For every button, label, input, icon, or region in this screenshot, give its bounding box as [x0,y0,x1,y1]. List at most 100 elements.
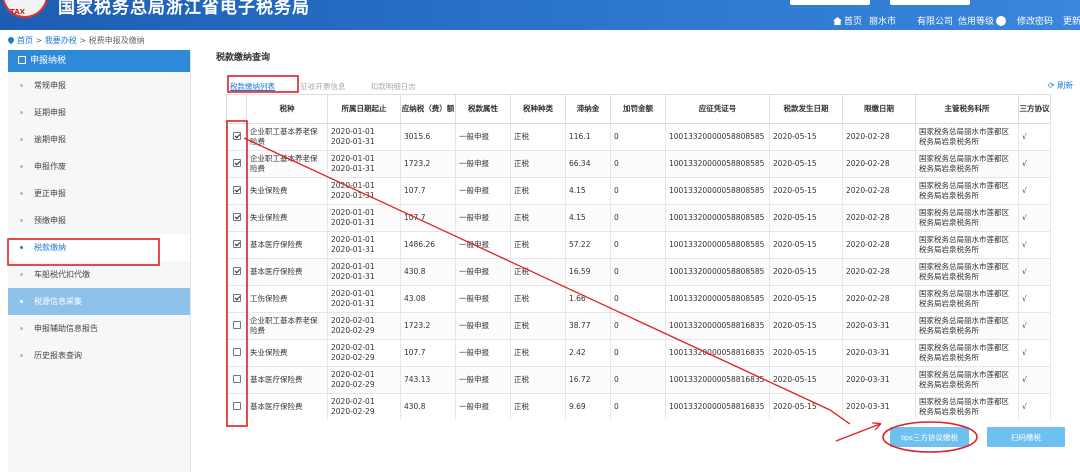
sidebar-item-aux-report[interactable]: 申报辅助信息报告 [8,315,190,342]
table-row[interactable]: 基本医疗保险费 2020-02-01 2020-02-29 743.13 一般申报 正税 1… [226,366,1051,394]
cell-penalty: 0 [610,339,666,367]
cell-attr: 一般申报 [455,177,511,205]
header-search-box[interactable] [790,0,870,5]
tab-deduction-log[interactable]: 扣款明细日志 [371,81,416,92]
nav-city[interactable]: 丽水市 [869,14,896,27]
refresh-button[interactable]: ⟳ 刷新 [1048,80,1073,91]
tax-table-container[interactable]: 税种 所属日期起止 应纳税（费）额 税款属性 税种种类 滞纳金 加罚金额 应征凭… [226,94,1080,419]
table-row[interactable]: 工伤保险费 2020-01-01 2020-01-31 43.08 一般申报 正税 1.66… [226,285,1051,313]
table-row[interactable]: 基本医疗保险费 2020-01-01 2020-01-31 430.8 一般申报 正税 16… [226,258,1051,286]
breadcrumb-level2[interactable]: 我要办税 [45,36,77,45]
cell-amount: 107.7 [400,339,456,367]
period-start: 2020-01-01 [331,262,375,271]
cell-period: 2020-01-01 2020-01-31 [327,123,401,151]
cell-voucher: 10013320000058808585 [665,258,770,286]
sidebar-item-label: 常规申报 [34,81,66,90]
sidebar-item-label: 逾期申报 [34,135,66,144]
sidebar-item-tax-payment[interactable]: 税款缴纳 [8,234,190,261]
period-start: 2020-01-01 [331,289,375,298]
cell-penalty: 0 [610,150,666,178]
cell-select [226,285,247,313]
cell-occur-date: 2020-05-15 [769,204,843,232]
sidebar-item-label: 延期申报 [34,108,66,117]
nav-home-link[interactable]: 首页 [833,14,862,27]
row-checkbox[interactable] [232,131,241,140]
table-row[interactable]: 基本医疗保险费 2020-02-01 2020-02-29 430.8 一般申报 正税 9.… [226,393,1051,419]
row-checkbox[interactable] [232,293,241,302]
cell-tax: 基本医疗保险费 [246,231,328,259]
row-checkbox[interactable] [232,212,241,221]
row-checkbox[interactable] [232,158,241,167]
table-row[interactable]: 失业保险费 2020-02-01 2020-02-29 107.7 一般申报 正税 2.42… [226,339,1051,367]
sidebar-item-overdue-filing[interactable]: 逾期申报 [8,126,190,153]
cell-occur-date: 2020-05-15 [769,285,843,313]
tips-tripartite-pay-button[interactable]: tips三方协议缴税 [890,427,969,447]
cell-select [226,312,247,340]
sidebar-heading[interactable]: 申报纳税 [8,50,190,72]
breadcrumb-home[interactable]: 首页 [17,36,33,45]
nav-more[interactable]: 更新 [1063,14,1080,27]
cell-deadline: 2020-02-28 [842,177,916,205]
row-checkbox[interactable] [232,401,241,410]
breadcrumb-current: 税费申报及缴纳 [88,36,145,45]
tab-payment-list[interactable]: 税款缴纳列表 [230,81,275,92]
sidebar-item-tax-source[interactable]: 税源信息采集 [8,288,190,315]
cell-amount: 3015.6 [400,123,456,151]
sidebar-item-history[interactable]: 历史报表查询 [8,342,190,369]
location-pin-icon [6,35,16,45]
cell-deadline: 2020-03-31 [842,366,916,394]
cell-select [226,204,247,232]
table-row[interactable]: 失业保险费 2020-01-01 2020-01-31 107.7 一般申报 正税 4.15… [226,177,1051,205]
cell-tripartite: √ [1018,150,1051,178]
cell-attr: 一般申报 [455,123,511,151]
row-checkbox[interactable] [232,266,241,275]
bullet-icon [20,327,23,330]
cell-select [226,258,247,286]
header-penalty: 加罚金额 [610,94,666,124]
cell-deadline: 2020-02-28 [842,285,916,313]
nav-change-password[interactable]: 修改密码 [1017,14,1053,27]
period-start: 2020-01-01 [331,127,375,136]
table-row[interactable]: 企业职工基本养老保险费 2020-02-01 2020-02-29 1723.2 一般申… [226,312,1051,340]
nav-credit-level[interactable]: 信用等级 [958,14,1007,27]
row-checkbox[interactable] [232,347,241,356]
cell-late-fee: 2.42 [565,339,611,367]
cell-tripartite: √ [1018,123,1051,151]
sidebar-item-vehicle-tax[interactable]: 车船税代扣代缴 [8,261,190,288]
cell-attr: 一般申报 [455,150,511,178]
bullet-icon [20,354,23,357]
sidebar-item-void-filing[interactable]: 申报作废 [8,153,190,180]
row-checkbox[interactable] [232,185,241,194]
cell-voucher: 10013320000058808585 [665,123,770,151]
cell-penalty: 0 [610,204,666,232]
credit-toggle-icon [996,16,1007,26]
table-row[interactable]: 失业保险费 2020-01-01 2020-01-31 107.7 一般申报 正税 4.15… [226,204,1051,232]
table-row[interactable]: 基本医疗保险费 2020-01-01 2020-01-31 1486.26 一般申报 正税… [226,231,1051,259]
cell-deadline: 2020-03-31 [842,393,916,419]
cell-office: 国家税务总局丽水市莲都区税务局岩泉税务所 [915,258,1019,286]
period-start: 2020-01-01 [331,154,375,163]
sidebar-item-correct-filing[interactable]: 更正申报 [8,180,190,207]
sidebar-item-prepay-filing[interactable]: 预缴申报 [8,207,190,234]
cell-late-fee: 116.1 [565,123,611,151]
cell-amount: 43.08 [400,285,456,313]
refresh-label: 刷新 [1057,81,1074,90]
site-title: 国家税务总局浙江省电子税务局 [58,0,310,18]
header-search-box-2[interactable] [890,0,970,5]
table-row[interactable]: 企业职工基本养老保险费 2020-01-01 2020-01-31 1723.2 一般申… [226,150,1051,178]
cell-late-fee: 9.69 [565,393,611,419]
row-checkbox[interactable] [232,320,241,329]
row-checkbox[interactable] [232,239,241,248]
cell-kind: 正税 [510,366,566,394]
cell-select [226,123,247,151]
sidebar-item-extension-filing[interactable]: 延期申报 [8,99,190,126]
sidebar-heading-label: 申报纳税 [30,56,67,66]
sidebar-item-regular-filing[interactable]: 常规申报 [8,72,190,99]
table-row[interactable]: 企业职工基本养老保险费 2020-01-01 2020-01-31 3015.6 一般申… [226,123,1051,151]
tab-invoice-info[interactable]: 征收开票信息 [300,81,345,92]
row-checkbox[interactable] [232,374,241,383]
scan-pay-button[interactable]: 扫码缴税 [987,427,1065,447]
cell-kind: 正税 [510,339,566,367]
cell-period: 2020-01-01 2020-01-31 [327,258,401,286]
cell-tripartite: √ [1018,258,1051,286]
